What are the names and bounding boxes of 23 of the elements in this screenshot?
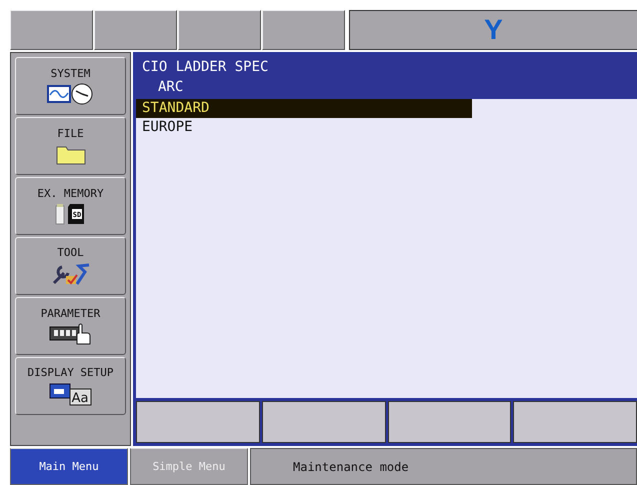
- top-blank-button[interactable]: [10, 10, 93, 50]
- logo-bar: Y: [349, 10, 637, 50]
- menu-button[interactable]: DISPLAY SETUP Aa: [15, 356, 126, 415]
- panel-title: CIO LADDER SPEC: [142, 58, 270, 77]
- status-text: Maintenance mode: [293, 460, 409, 474]
- top-blank-button[interactable]: [262, 10, 345, 50]
- list-item[interactable]: STANDARD: [136, 98, 472, 118]
- tools-icon: [50, 262, 90, 286]
- function-blank-button[interactable]: [136, 401, 260, 444]
- panel-subtitle: ARC: [157, 78, 184, 97]
- menu-button[interactable]: TOOL: [15, 236, 126, 295]
- menu-button[interactable]: FILE: [15, 116, 126, 175]
- menu-button[interactable]: PARAMETER: [15, 296, 126, 355]
- top-blank-button[interactable]: [94, 10, 177, 50]
- function-blank-button[interactable]: [513, 401, 637, 444]
- switches-hand-icon: [48, 322, 92, 345]
- list-item[interactable]: EUROPE: [136, 118, 472, 137]
- menu-button[interactable]: SYSTEM: [15, 56, 126, 115]
- function-blank-button[interactable]: [262, 401, 386, 444]
- function-blank-button[interactable]: [388, 401, 512, 444]
- top-blank-button[interactable]: [178, 10, 261, 50]
- wave-and-clock-icon: [46, 82, 94, 105]
- menu-tab[interactable]: Main Menu: [10, 448, 128, 485]
